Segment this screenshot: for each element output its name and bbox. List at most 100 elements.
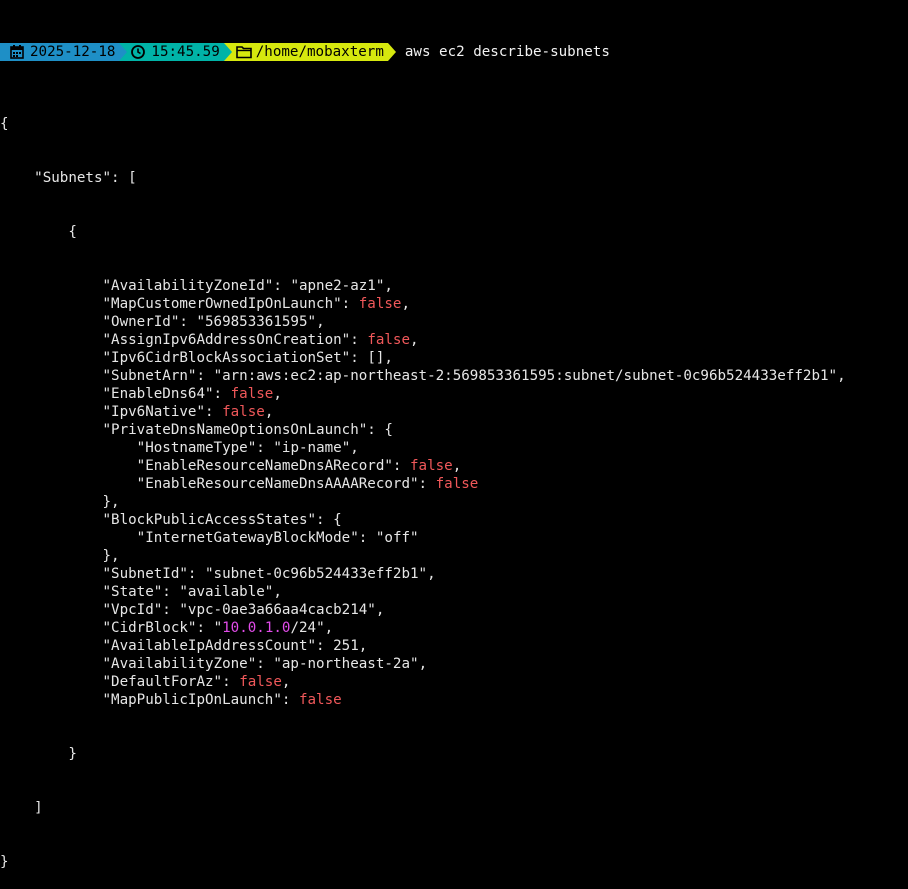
json-key: "MapCustomerOwnedIpOnLaunch" — [102, 296, 342, 312]
json-key: "AvailabilityZoneId" — [102, 278, 274, 294]
json-line: "State": "available", — [102, 584, 282, 600]
json-line: "EnableDns64": false, — [102, 386, 282, 402]
json-comma: , — [316, 314, 325, 330]
json-line: "CidrBlock": "10.0.1.0/24", — [102, 620, 334, 636]
json-key: "EnableDns64" — [102, 386, 214, 402]
prompt-line: 2025-12-18 15:45.59 /home/mobaxterm aws … — [0, 43, 908, 61]
json-value: "apne2-az1" — [290, 278, 385, 294]
json-line: }, — [0, 547, 908, 565]
segment-separator — [223, 43, 232, 61]
json-value: "off" — [375, 530, 419, 546]
json-line: "OwnerId": "569853361595", — [102, 314, 325, 330]
segment-separator — [387, 43, 396, 61]
date-segment: 2025-12-18 — [0, 43, 120, 61]
json-open-brace: { — [0, 116, 9, 132]
json-comma: , — [401, 296, 411, 312]
json-key: "DefaultForAz" — [102, 674, 223, 690]
calendar-icon — [10, 45, 26, 59]
json-line: "Ipv6Native": false, — [102, 404, 274, 420]
json-value: { — [384, 422, 393, 438]
json-line: "SubnetId": "subnet-0c96b524433eff2b1", — [102, 566, 436, 582]
time-text: 15:45.59 — [151, 44, 220, 60]
json-subnets-key: "Subnets": [ — [34, 170, 137, 186]
json-line: "AvailabilityZoneId": "apne2-az1", — [102, 278, 393, 294]
path-segment: /home/mobaxterm — [231, 43, 388, 61]
json-boolean-value: false — [410, 458, 453, 474]
json-boolean-value: false — [222, 404, 265, 420]
json-value: "ip-name" — [273, 440, 351, 456]
json-item-open: { — [68, 224, 77, 240]
terminal-window[interactable]: 2025-12-18 15:45.59 /home/mobaxterm aws … — [0, 7, 908, 889]
json-comma: , — [410, 332, 419, 348]
json-key: "SubnetArn" — [102, 368, 197, 384]
json-key: "AvailabilityZone" — [102, 656, 257, 672]
json-line: "SubnetArn": "arn:aws:ec2:ap-northeast-2… — [102, 368, 846, 384]
json-key: "AssignIpv6AddressOnCreation" — [102, 332, 351, 348]
json-value: "569853361595" — [196, 314, 317, 330]
json-line: "PrivateDnsNameOptionsOnLaunch": { — [102, 422, 393, 438]
json-boolean-value: false — [298, 692, 342, 708]
json-comma: , — [384, 278, 393, 294]
json-ip-value: 10.0.1.0 — [222, 620, 291, 636]
json-boolean-value: false — [358, 296, 402, 312]
json-comma: , — [281, 674, 291, 690]
json-key: "Ipv6CidrBlockAssociationSet" — [102, 350, 351, 366]
json-line: "AvailableIpAddressCount": 251, — [102, 638, 368, 654]
json-key: "HostnameType" — [136, 440, 257, 456]
json-comma: , — [350, 440, 359, 456]
json-comma: , — [384, 350, 393, 366]
json-value: "subnet-0c96b524433eff2b1" — [205, 566, 428, 582]
json-boolean-value: false — [239, 674, 282, 690]
time-segment: 15:45.59 — [127, 43, 224, 61]
json-line: "BlockPublicAccessStates": { — [102, 512, 342, 528]
json-line: "EnableResourceNameDnsARecord": false, — [136, 458, 462, 474]
json-key: "Ipv6Native" — [102, 404, 206, 420]
json-line: "HostnameType": "ip-name", — [136, 440, 359, 456]
json-item-close: } — [68, 746, 77, 762]
json-key: "SubnetId" — [102, 566, 188, 582]
json-value: [] — [367, 350, 385, 366]
json-key: "OwnerId" — [102, 314, 180, 330]
path-text: /home/mobaxterm — [255, 44, 384, 60]
json-body: "AvailabilityZoneId": "apne2-az1", "MapC… — [0, 277, 908, 709]
folder-icon — [235, 45, 252, 59]
json-comma: , — [324, 620, 334, 636]
json-close-brace: } — [0, 854, 9, 870]
json-comma: , — [375, 602, 385, 618]
json-line: "EnableResourceNameDnsAAAARecord": false — [136, 476, 479, 492]
json-comma: , — [452, 458, 462, 474]
json-line: "AvailabilityZone": "ap-northeast-2a", — [102, 656, 428, 672]
json-value: "arn:aws:ec2:ap-northeast-2:569853361595… — [213, 368, 838, 384]
json-array-close: ] — [34, 800, 43, 816]
json-key: "CidrBlock" — [102, 620, 197, 636]
json-key: "EnableResourceNameDnsARecord" — [136, 458, 393, 474]
json-comma: , — [358, 638, 368, 654]
json-line: "DefaultForAz": false, — [102, 674, 291, 690]
json-comma: , — [273, 584, 282, 600]
json-comma: , — [427, 566, 436, 582]
json-key: "InternetGatewayBlockMode" — [136, 530, 359, 546]
date-text: 2025-12-18 — [30, 44, 116, 60]
json-boolean-value: false — [435, 476, 479, 492]
json-boolean-value: false — [367, 332, 411, 348]
json-key: "VpcId" — [102, 602, 163, 618]
json-boolean-value: false — [230, 386, 274, 402]
json-punctuation: }, — [102, 494, 120, 510]
segment-separator — [119, 43, 128, 61]
json-comma: , — [837, 368, 846, 384]
json-value: "vpc-0ae3a66aa4cacb214" — [179, 602, 376, 618]
json-key: "EnableResourceNameDnsAAAARecord" — [136, 476, 419, 492]
json-line: }, — [0, 493, 908, 511]
json-line: "InternetGatewayBlockMode": "off" — [136, 530, 419, 546]
json-key: "AvailableIpAddressCount" — [102, 638, 317, 654]
json-value: { — [333, 512, 342, 528]
json-cidr-suffix: /24" — [290, 620, 325, 636]
json-value: "ap-northeast-2a" — [273, 656, 419, 672]
json-comma: , — [273, 386, 282, 402]
json-line: "AssignIpv6AddressOnCreation": false, — [102, 332, 419, 348]
command-text: aws ec2 describe-subnets — [404, 44, 610, 60]
json-value: "available" — [179, 584, 274, 600]
json-value: 251 — [333, 638, 359, 654]
json-key: "BlockPublicAccessStates" — [102, 512, 317, 528]
json-comma: , — [264, 404, 274, 420]
